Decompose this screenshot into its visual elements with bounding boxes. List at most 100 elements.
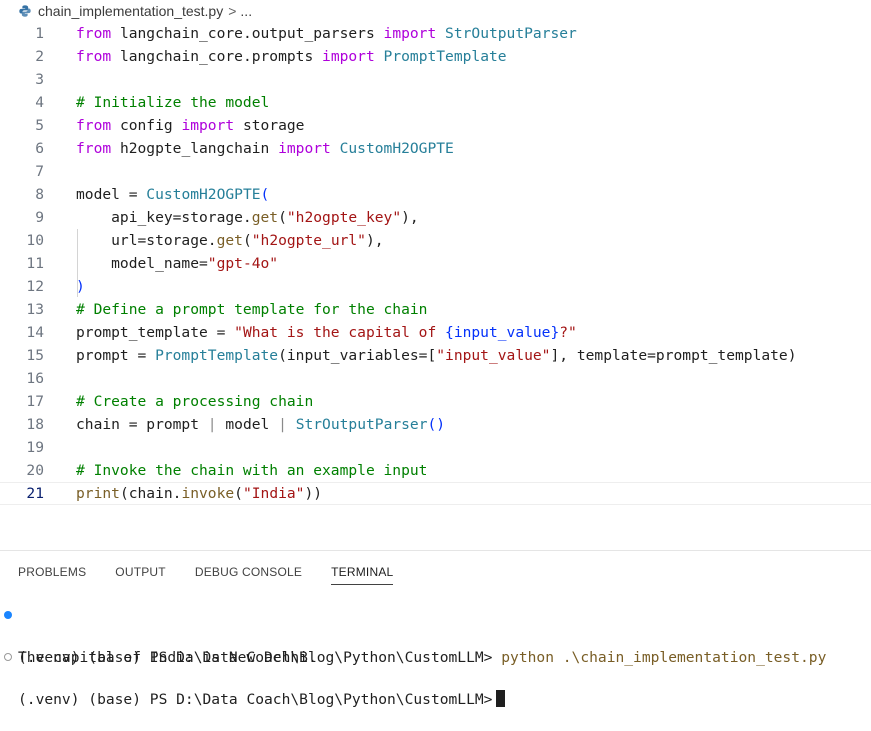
code-line[interactable]: 14 prompt_template = "What is the capital… [0,321,871,344]
code-line[interactable]: 9 api_key=storage.get("h2ogpte_key"), [0,206,871,229]
code-text: # Create a processing chain [76,390,313,413]
code-token: (chain. [119,485,182,502]
code-line[interactable]: 6 from h2ogpte_langchain import CustomH2O… [0,137,871,160]
line-number: 21 [26,485,44,502]
code-line[interactable]: 15 prompt = PromptTemplate(input_variable… [0,344,871,367]
code-token: langchain_core.prompts [111,48,323,65]
line-number: 19 [26,439,44,456]
code-line[interactable]: 8 model = CustomH2OGPTE( [0,183,871,206]
code-text: model = CustomH2OGPTE( [76,183,269,206]
code-token: ( [242,232,252,249]
code-token: PromptTemplate [155,347,279,364]
code-token: prompt = [76,347,156,364]
line-number: 8 [35,186,44,203]
terminal-cursor [496,690,506,707]
code-line[interactable]: 11 model_name="gpt-4o" [0,252,871,275]
code-line[interactable]: 2 from langchain_core.prompts import Prom… [0,45,871,68]
code-text: url=storage.get("h2ogpte_url"), [76,229,383,252]
code-token: # Define a prompt template for the chain [76,301,428,318]
code-token: ( [278,209,287,226]
line-number: 7 [35,163,44,180]
code-token: ?" [559,324,577,341]
code-token: import [181,117,235,134]
code-text: prompt_template = "What is the capital o… [76,321,577,344]
code-line[interactable]: 16 [0,367,871,390]
tab-output[interactable]: OUTPUT [115,565,166,585]
code-token: # Initialize the model [76,94,270,111]
breadcrumb: chain_implementation_test.py > ... [18,0,252,22]
code-token: StrOutputParser [295,416,428,433]
code-text: print(chain.invoke("India")) [76,483,322,504]
code-token: ), [401,209,419,226]
code-token: langchain_core.output_parsers [111,25,384,42]
code-editor[interactable]: 1 from langchain_core.output_parsers impo… [0,22,871,528]
code-token: # Create a processing chain [76,393,314,410]
breadcrumb-file[interactable]: chain_implementation_test.py [38,3,223,19]
code-token: "input_value" [436,347,551,364]
code-line[interactable]: 21 print(chain.invoke("India")) [0,482,871,505]
code-line[interactable]: 19 [0,436,871,459]
line-number: 3 [35,71,44,88]
code-line[interactable]: 18 chain = prompt | model | StrOutputPars… [0,413,871,436]
code-line[interactable]: 12) [0,275,871,298]
code-token: | [278,416,287,433]
tab-terminal[interactable]: TERMINAL [331,565,394,585]
line-number: 18 [26,416,44,433]
line-number: 11 [26,255,44,272]
code-text: from h2ogpte_langchain import CustomH2OG… [76,137,454,160]
code-line[interactable]: 13 # Define a prompt template for the cha… [0,298,871,321]
code-line[interactable]: 4 # Initialize the model [0,91,871,114]
code-token: "h2ogpte_key" [286,209,402,226]
command-pending-dot-icon[interactable] [4,653,12,661]
code-line[interactable]: 17 # Create a processing chain [0,390,871,413]
code-line[interactable]: 7 [0,160,871,183]
code-token: "India" [242,485,305,502]
code-token: | [207,416,217,433]
line-number: 13 [26,301,44,318]
code-text: # Define a prompt template for the chain [76,298,427,321]
code-token: {input_value} [445,324,560,341]
tab-problems[interactable]: PROBLEMS [18,565,86,585]
command-success-dot-icon[interactable] [4,611,12,619]
code-text: model_name="gpt-4o" [76,252,278,275]
code-token: h2ogpte_langchain [111,140,279,157]
bottom-panel: PROBLEMS OUTPUT DEBUG CONSOLE TERMINAL (… [0,550,871,708]
code-line[interactable]: 3 [0,68,871,91]
code-text: prompt = PromptTemplate(input_variables=… [76,344,797,367]
code-token: print [76,485,120,502]
code-token: model [216,416,279,433]
code-token: from [76,25,112,42]
line-number: 9 [35,209,44,226]
code-line[interactable]: 1 from langchain_core.output_parsers impo… [0,22,871,45]
code-token: # Invoke the chain with an example input [76,462,428,479]
line-number: 1 [35,25,44,42]
code-text: from config import storage [76,114,304,137]
code-token: from [76,117,112,134]
code-token: prompt_template = [76,324,235,341]
breadcrumb-more[interactable]: ... [240,3,252,19]
code-token: get [216,232,243,249]
line-number: 5 [35,117,44,134]
line-number: 10 [26,232,44,249]
code-token: api_key=storage. [76,209,252,226]
code-line[interactable]: 5 from config import storage [0,114,871,137]
tab-debug-console[interactable]: DEBUG CONSOLE [195,565,302,585]
code-text: from langchain_core.prompts import Promp… [76,45,507,68]
code-token: ( [260,186,270,203]
code-token: ( [234,485,243,502]
code-line[interactable]: 20 # Invoke the chain with an example inp… [0,459,871,482]
line-number: 17 [26,393,44,410]
code-token: PromptTemplate [383,48,507,65]
code-token: "gpt-4o" [207,255,279,272]
code-token: ) [76,278,85,295]
line-number: 16 [26,370,44,387]
breadcrumb-separator: > [228,3,237,19]
terminal-prompt: (.venv) (base) PS D:\Data Coach\Blog\Pyt… [18,691,493,708]
code-line[interactable]: 10 url=storage.get("h2ogpte_url"), [0,229,871,252]
code-token: invoke [181,485,235,502]
code-token: () [427,416,446,433]
code-token: StrOutputParser [445,25,577,42]
line-number: 2 [35,48,44,65]
